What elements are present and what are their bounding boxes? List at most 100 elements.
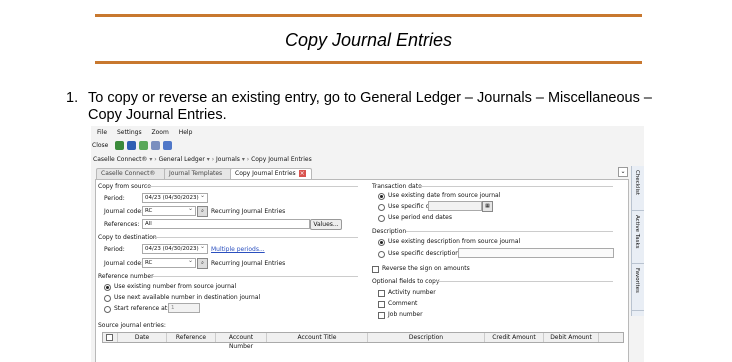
job-number-checkbox[interactable] — [378, 312, 385, 319]
description-header: Description — [372, 228, 407, 235]
ref-next-radio[interactable] — [104, 295, 111, 302]
dest-journal-desc: Recurring Journal Entries — [211, 260, 286, 267]
side-tab-label: Checklist — [634, 170, 640, 195]
refresh-icon[interactable] — [139, 141, 148, 150]
column-credit-amount[interactable]: Credit Amount — [485, 333, 544, 342]
source-entries-label: Source journal entries: — [98, 322, 166, 329]
source-entries-grid-header: Date Reference Account Number Account Ti… — [102, 332, 624, 350]
values-button[interactable]: Values... — [310, 219, 342, 230]
copy-to-header: Copy to destination — [98, 234, 157, 241]
menu-bar: File Settings Zoom Help — [97, 129, 200, 136]
group-divider — [432, 281, 613, 282]
references-input[interactable]: All — [142, 219, 310, 229]
ref-existing-label: Use existing number from source journal — [114, 283, 237, 290]
specific-description-input[interactable] — [458, 248, 614, 258]
desc-existing-radio[interactable] — [378, 239, 385, 246]
collapse-chevron-icon[interactable]: ⌄ — [618, 167, 628, 177]
menu-file[interactable]: File — [97, 129, 107, 136]
activity-number-checkbox[interactable] — [378, 290, 385, 297]
dest-journal-select[interactable]: RC — [142, 257, 196, 268]
source-journal-label: Journal code: — [104, 208, 144, 215]
source-journal-select[interactable]: RC — [142, 205, 196, 216]
desc-specific-label: Use specific description: — [388, 250, 462, 257]
help-icon[interactable] — [163, 141, 172, 150]
ref-next-label: Use next available number in destination… — [114, 294, 261, 301]
menu-zoom[interactable]: Zoom — [152, 129, 169, 136]
lookup-binoculars-icon[interactable]: ⌕ — [197, 258, 208, 269]
side-tab-active-tasks[interactable]: Active Tasks — [632, 211, 644, 264]
reverse-sign-label: Reverse the sign on amounts — [382, 265, 470, 272]
side-tab-favorites[interactable]: Favorites — [632, 264, 644, 311]
dest-period-label: Period: — [104, 246, 125, 253]
tab-copy-journal-entries[interactable]: Copy Journal Entries × — [230, 168, 312, 179]
tab-label: Journal Templates — [169, 170, 223, 177]
select-all-checkbox[interactable] — [106, 334, 113, 341]
desc-existing-label: Use existing description from source jou… — [388, 238, 521, 245]
title-rule-bottom — [95, 61, 642, 64]
ref-start-radio[interactable] — [104, 306, 111, 313]
dest-journal-label: Journal code: — [104, 260, 144, 267]
comment-checkbox[interactable] — [378, 301, 385, 308]
print-icon[interactable] — [151, 141, 160, 150]
group-divider — [154, 237, 358, 238]
breadcrumb-copy-journal-entries: Copy Journal Entries — [251, 156, 312, 163]
specific-date-input[interactable] — [428, 201, 482, 211]
calendar-icon[interactable]: ▦ — [482, 201, 493, 212]
breadcrumb-journals[interactable]: Journals — [216, 156, 240, 163]
dest-period-select[interactable]: 04/23 (04/30/2023) — [142, 243, 208, 254]
tab-caselle-connect[interactable]: Caselle Connect® — [96, 168, 168, 179]
date-existing-radio[interactable] — [378, 193, 385, 200]
column-reference[interactable]: Reference — [167, 333, 216, 342]
date-specific-radio[interactable] — [378, 204, 385, 211]
step-number: 1. — [66, 90, 79, 106]
select-all-cell — [103, 333, 118, 342]
tab-label: Caselle Connect® — [101, 170, 156, 177]
column-date[interactable]: Date — [118, 333, 167, 342]
menu-help[interactable]: Help — [179, 129, 193, 136]
app-window: File Settings Zoom Help Close Caselle Co… — [91, 126, 644, 362]
close-button[interactable]: Close — [92, 142, 108, 149]
step-text: To copy or reverse an existing entry, go… — [88, 90, 652, 123]
optional-fields-header: Optional fields to copy — [372, 278, 440, 285]
source-period-select[interactable]: 04/23 (04/30/2023) — [142, 192, 208, 203]
start-reference-input[interactable]: 1 — [168, 303, 200, 313]
ref-existing-radio[interactable] — [104, 284, 111, 291]
breadcrumb-general-ledger[interactable]: General Ledger — [159, 156, 205, 163]
group-divider — [150, 276, 358, 277]
breadcrumb: Caselle Connect® ▾ › General Ledger ▾ › … — [93, 156, 312, 163]
document-title: Copy Journal Entries — [284, 30, 453, 50]
tab-label: Copy Journal Entries — [235, 170, 296, 177]
side-tab-label: Favorites — [634, 268, 640, 293]
breadcrumb-caselle[interactable]: Caselle Connect® — [93, 156, 147, 163]
reference-number-header: Reference number — [98, 273, 154, 280]
tab-journal-templates[interactable]: Journal Templates — [164, 168, 234, 179]
source-journal-desc: Recurring Journal Entries — [211, 208, 286, 215]
side-tab-checklist[interactable]: Checklist — [632, 166, 644, 211]
menu-settings[interactable]: Settings — [117, 129, 142, 136]
date-period-end-label: Use period end dates — [388, 214, 453, 221]
column-description[interactable]: Description — [368, 333, 485, 342]
multiple-periods-link[interactable]: Multiple periods... — [211, 246, 265, 253]
run-icon[interactable] — [115, 141, 124, 150]
ref-start-label: Start reference at: — [114, 305, 170, 312]
references-label: References: — [104, 221, 140, 228]
close-tab-icon[interactable]: × — [298, 170, 306, 177]
job-number-label: Job number — [388, 311, 423, 318]
source-period-label: Period: — [104, 195, 125, 202]
date-existing-label: Use existing date from source journal — [388, 192, 501, 199]
transaction-date-header: Transaction date — [372, 183, 422, 190]
side-tab-label: Active Tasks — [634, 215, 640, 249]
title-rule-top — [95, 14, 642, 17]
column-account-title[interactable]: Account Title — [267, 333, 368, 342]
lookup-binoculars-icon[interactable]: ⌕ — [197, 206, 208, 217]
reverse-sign-checkbox[interactable] — [372, 266, 379, 273]
desc-specific-radio[interactable] — [378, 251, 385, 258]
column-debit-amount[interactable]: Debit Amount — [544, 333, 599, 342]
save-icon[interactable] — [127, 141, 136, 150]
group-divider — [146, 186, 358, 187]
group-divider — [406, 231, 613, 232]
form-panel: Copy from source Period: 04/23 (04/30/20… — [95, 179, 629, 362]
date-period-end-radio[interactable] — [378, 215, 385, 222]
group-divider — [418, 186, 613, 187]
column-account-number[interactable]: Account Number — [216, 333, 267, 350]
